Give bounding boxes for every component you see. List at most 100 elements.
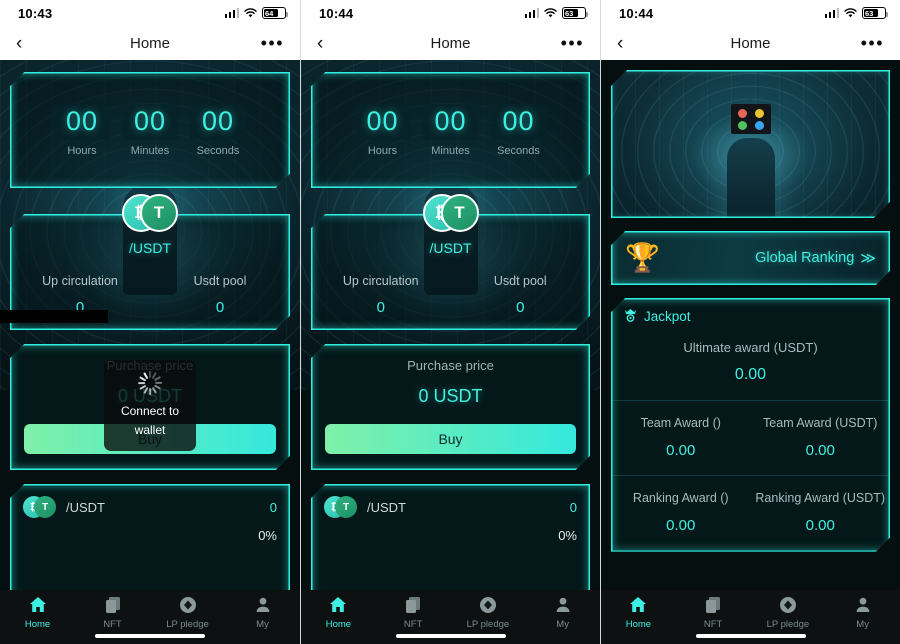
countdown-unit: 00 Minutes <box>122 104 178 157</box>
stat-label: Up circulation <box>42 274 118 288</box>
global-ranking-banner[interactable]: 🏆 Global Ranking ≫ <box>611 231 890 285</box>
tab-label: NFT <box>703 618 723 630</box>
list-token-value: 0 <box>269 499 277 515</box>
loading-toast: Connect to wallet <box>104 360 196 452</box>
countdown-unit: 00 Seconds <box>491 104 547 157</box>
status-icons: 63 <box>824 7 888 19</box>
more-options-button[interactable]: ••• <box>861 34 884 52</box>
status-bar: 10:44 63 <box>301 0 600 26</box>
stat-label: Up circulation <box>342 274 419 288</box>
list-token-logos: ₿ T <box>324 496 358 518</box>
countdown-unit: 00 Seconds <box>190 104 246 157</box>
token-list-card[interactable]: ₿ T /USDT 0 0% <box>10 484 290 590</box>
buy-button[interactable]: Buy <box>325 424 576 454</box>
stat-usdt-pool: Usdt pool 0 <box>150 274 290 316</box>
global-ranking-link[interactable]: Global Ranking ≫ <box>755 249 876 267</box>
tab-label: LP pledge <box>166 618 209 630</box>
cellular-signal-icon <box>224 8 239 18</box>
hero-banner[interactable] <box>611 70 890 218</box>
person-icon <box>253 595 273 615</box>
status-time: 10:44 <box>619 5 654 21</box>
screen-3: 10:44 63 ‹ Home ••• 🏆 Global Ranking ≫ J… <box>600 0 900 644</box>
award-value: 0.00 <box>805 516 835 534</box>
chevron-right-icon: ≫ <box>860 250 876 267</box>
tab-nft[interactable]: NFT <box>676 595 751 630</box>
status-icons: 63 <box>524 7 588 19</box>
back-button[interactable]: ‹ <box>617 34 641 53</box>
more-options-button[interactable]: ••• <box>561 34 584 52</box>
nav-bar: ‹ Home ••• <box>301 26 600 60</box>
stat-label: Usdt pool <box>193 274 247 288</box>
tab-lp-pledge[interactable]: LP pledge <box>751 595 826 630</box>
page-title: Home <box>730 34 771 52</box>
pair-name: /USDT <box>129 240 171 256</box>
page-title: Home <box>430 34 471 52</box>
tab-label: Home <box>625 618 652 630</box>
tab-home[interactable]: Home <box>601 595 676 630</box>
back-button[interactable]: ‹ <box>317 34 341 53</box>
wifi-icon <box>844 8 857 18</box>
token-pair-logos: ₿ T <box>122 194 178 232</box>
tab-lp-pledge[interactable]: LP pledge <box>150 595 225 630</box>
battery-level: 64 <box>265 8 274 18</box>
list-token-logos: ₿ T <box>23 496 57 518</box>
ranking-award-token: Ranking Award () 0.00 <box>611 490 751 534</box>
ranking-award-usdt: Ranking Award (USDT) 0.00 <box>751 490 891 534</box>
purchase-price-value: 0 USDT <box>418 386 483 406</box>
back-button[interactable]: ‹ <box>16 34 40 53</box>
more-options-button[interactable]: ••• <box>261 34 284 52</box>
nav-bar: ‹ Home ••• <box>601 26 900 60</box>
diamond-icon <box>478 595 498 615</box>
stat-usdt-pool: Usdt pool 0 <box>451 274 591 316</box>
stat-up-circulation: Up circulation 0 <box>311 274 451 316</box>
nav-bar: ‹ Home ••• <box>0 26 300 60</box>
battery-icon: 63 <box>562 7 588 19</box>
countdown-unit: 00 Minutes <box>423 104 479 157</box>
team-award-token: Team Award () 0.00 <box>611 415 751 459</box>
person-icon <box>553 595 573 615</box>
app-body: 00 Hours 00 Minutes 00 Seconds ₿ <box>301 60 600 644</box>
jackpot-header: Jackpot <box>611 308 890 334</box>
countdown-label: Hours <box>67 144 97 157</box>
purchase-price-label: Purchase price <box>407 358 494 373</box>
countdown-label: Seconds <box>196 144 240 157</box>
stat-label: Usdt pool <box>493 274 547 288</box>
tab-nft[interactable]: NFT <box>75 595 150 630</box>
cellular-signal-icon <box>824 8 839 18</box>
tab-label: Home <box>325 618 352 630</box>
battery-icon: 64 <box>262 7 288 19</box>
token-logo-usdt: T <box>34 496 56 518</box>
token-logo-usdt: T <box>140 194 178 232</box>
award-label: Ranking Award () <box>632 490 729 505</box>
countdown-label: Hours <box>367 144 398 157</box>
battery-level: 63 <box>565 8 574 18</box>
home-indicator <box>395 634 506 638</box>
countdown-card: 00 Hours 00 Minutes 00 Seconds <box>10 72 290 188</box>
countdown-label: Seconds <box>497 144 540 157</box>
countdown-unit: 00 Hours <box>355 104 411 157</box>
global-ranking-label: Global Ranking <box>755 250 855 266</box>
list-token-percent: 0% <box>558 528 577 543</box>
status-icons: 64 <box>224 7 288 19</box>
color-dots-badge <box>731 104 771 134</box>
purchase-card: Purchase price 0 USDT Buy <box>311 344 590 470</box>
tab-lp-pledge[interactable]: LP pledge <box>451 595 526 630</box>
list-token-percent: 0% <box>258 528 277 543</box>
status-time: 10:43 <box>18 5 53 21</box>
tab-my[interactable]: My <box>825 595 900 630</box>
countdown-value: 00 <box>491 104 547 140</box>
tab-my[interactable]: My <box>225 595 300 630</box>
tab-my[interactable]: My <box>525 595 600 630</box>
dot-yellow <box>755 109 764 118</box>
tab-home[interactable]: Home <box>301 595 376 630</box>
battery-level: 63 <box>865 8 874 18</box>
countdown-value: 00 <box>54 104 110 140</box>
tab-nft[interactable]: NFT <box>376 595 451 630</box>
token-list-card[interactable]: ₿ T /USDT 0 0% <box>311 484 590 590</box>
cards-icon <box>103 595 123 615</box>
tab-home[interactable]: Home <box>0 595 75 630</box>
tab-label: NFT <box>103 618 122 630</box>
wifi-icon <box>544 8 557 18</box>
countdown-value: 00 <box>122 104 178 140</box>
dot-green <box>738 121 747 130</box>
